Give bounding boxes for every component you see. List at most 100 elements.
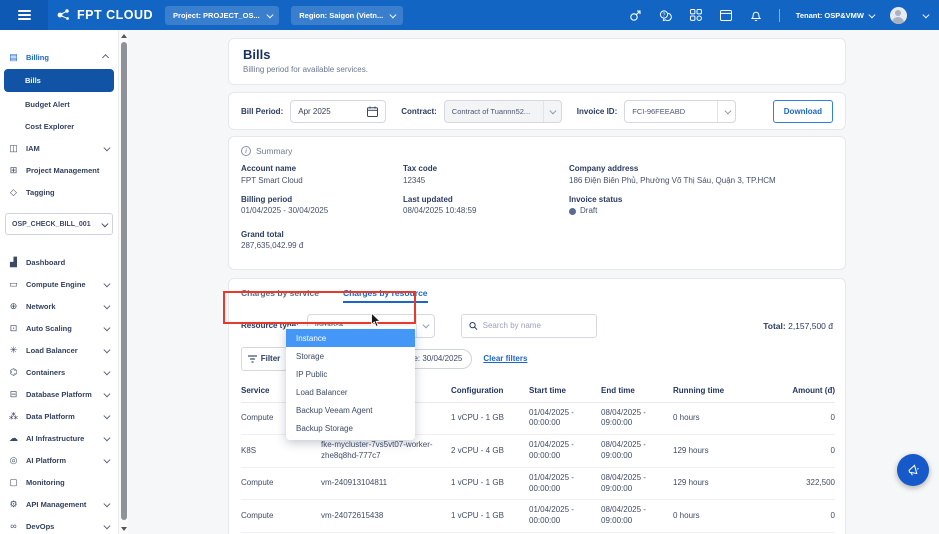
table-row[interactable]: Computevm-2409131048111 vCPU - 1 GB01/04… xyxy=(241,467,835,500)
info-icon: i xyxy=(241,146,251,156)
chevron-down-icon xyxy=(550,107,556,113)
cloud-icon: ☁ xyxy=(8,433,19,444)
svg-text:?: ? xyxy=(663,12,666,18)
calendar-icon xyxy=(367,106,378,117)
launch-icon[interactable] xyxy=(629,8,643,22)
sidebar-item-network[interactable]: ⊕Network xyxy=(0,295,118,317)
invoice-id-label: Invoice ID: xyxy=(577,107,617,116)
fpt-cloud-logo: FPT CLOUD xyxy=(56,7,153,23)
iam-icon: ◫ xyxy=(8,143,19,154)
gear-icon: ⚙ xyxy=(8,499,19,510)
summary-last-updated: Last updated08/04/2025 10:48:59 xyxy=(403,195,569,217)
devops-icon: ∞ xyxy=(8,521,19,531)
sidebar-project-select[interactable]: OSP_CHECK_BILL_001 xyxy=(5,213,113,235)
bill-period-card: Bill Period: Apr 2025 Contract: Contract… xyxy=(228,92,846,130)
chevron-down-icon[interactable] xyxy=(922,11,928,17)
sidebar-item-data-platform[interactable]: ⁂Data Platform xyxy=(0,405,118,427)
sidebar-item-containers[interactable]: ⌬Containers xyxy=(0,361,118,383)
sidebar-item-database-platform[interactable]: ⊟Database Platform xyxy=(0,383,118,405)
sidebar-item-load-balancer[interactable]: ✳Load Balancer xyxy=(0,339,118,361)
chevron-down-icon xyxy=(267,11,273,17)
table-row[interactable]: Computevm-240726154381 vCPU - 1 GB01/04/… xyxy=(241,500,835,533)
col-running-time[interactable]: Running time xyxy=(673,380,761,403)
dashboard-icon: ▟ xyxy=(8,257,19,268)
sidebar-item-cost-explorer[interactable]: Cost Explorer xyxy=(0,115,118,137)
total-amount: Total: 2,157,500 đ xyxy=(763,321,833,331)
col-amount[interactable]: Amount (đ) xyxy=(761,380,835,403)
sidebar-item-iam[interactable]: ◫ IAM xyxy=(0,137,118,159)
sidebar-item-bills[interactable]: Bills xyxy=(4,69,114,92)
bill-period-label: Bill Period: xyxy=(241,107,283,116)
sidebar-item-api-management[interactable]: ⚙API Management xyxy=(0,493,118,515)
chevron-up-icon xyxy=(102,55,108,61)
support-icon[interactable]: ? xyxy=(659,8,673,22)
clear-filters-link[interactable]: Clear filters xyxy=(483,354,527,363)
sidebar-item-tagging[interactable]: ◇ Tagging xyxy=(0,181,118,203)
page-subtitle: Billing period for available services. xyxy=(243,65,831,74)
auto-scaling-icon: ⊡ xyxy=(8,323,19,334)
project-dropdown[interactable]: Project: PROJECT_OS... xyxy=(165,6,279,25)
col-end-time[interactable]: End time xyxy=(601,380,673,403)
search-box[interactable] xyxy=(461,314,597,338)
avatar[interactable] xyxy=(890,7,907,24)
page-title: Bills xyxy=(243,47,831,62)
feedback-megaphone-button[interactable] xyxy=(897,454,929,486)
summary-billing-period: Billing period01/04/2025 - 30/04/2025 xyxy=(241,195,403,217)
tab-charges-by-service[interactable]: Charges by service xyxy=(241,288,319,303)
resource-type-dropdown-panel: Instance Storage IP Public Load Balancer… xyxy=(286,326,415,440)
status-dot xyxy=(569,208,576,215)
col-configuration[interactable]: Configuration xyxy=(451,380,529,403)
col-start-time[interactable]: Start time xyxy=(529,380,601,403)
chevron-down-icon xyxy=(724,107,730,113)
containers-icon: ⌬ xyxy=(8,367,19,378)
sidebar-item-budget-alert[interactable]: Budget Alert xyxy=(0,93,118,115)
download-button[interactable]: Download xyxy=(773,100,833,123)
sidebar-item-auto-scaling[interactable]: ⊡Auto Scaling xyxy=(0,317,118,339)
filter-button[interactable]: Filter xyxy=(241,347,287,371)
sidebar-item-ai-platform[interactable]: ◎AI Platform xyxy=(0,449,118,471)
database-icon: ⊟ xyxy=(8,389,19,400)
ai-platform-icon: ◎ xyxy=(8,455,19,466)
scrollbar-thumb[interactable] xyxy=(121,42,127,520)
dropdown-option-instance[interactable]: Instance xyxy=(286,329,415,347)
dropdown-option-backup-storage[interactable]: Backup Storage xyxy=(286,419,415,437)
contract-select[interactable]: Contract of Tuannn52... xyxy=(444,100,562,123)
scroll-up-arrow[interactable] xyxy=(121,34,127,38)
dropdown-option-backup-veeam-agent[interactable]: Backup Veeam Agent xyxy=(286,401,415,419)
monitoring-icon: ▢ xyxy=(8,477,19,488)
hamburger-icon xyxy=(18,8,31,22)
sidebar-item-compute-engine[interactable]: ▭Compute Engine xyxy=(0,273,118,295)
sidebar-item-monitoring[interactable]: ▢Monitoring xyxy=(0,471,118,493)
search-icon xyxy=(469,321,478,331)
tagging-icon: ◇ xyxy=(8,187,19,198)
invoice-id-select[interactable]: FCI-96FEEABD xyxy=(624,100,736,123)
chevron-down-icon xyxy=(103,144,109,150)
sidebar-item-billing[interactable]: ▤ Billing xyxy=(0,46,118,68)
tenant-dropdown[interactable]: Tenant: OSP&VMW xyxy=(796,11,874,20)
chevron-down-icon xyxy=(390,11,396,17)
summary-card: i Summary Account nameFPT Smart Cloud Ta… xyxy=(228,136,846,270)
sidebar-item-dashboard[interactable]: ▟Dashboard xyxy=(0,251,118,273)
bill-period-input[interactable]: Apr 2025 xyxy=(290,100,386,123)
summary-grand-total: Grand total287,635,042.99 đ xyxy=(241,230,403,252)
dropdown-option-ip-public[interactable]: IP Public xyxy=(286,365,415,383)
app-window: FPT CLOUD Project: PROJECT_OS... Region:… xyxy=(0,0,939,534)
sidebar-item-ai-infrastructure[interactable]: ☁AI Infrastructure xyxy=(0,427,118,449)
search-input[interactable] xyxy=(483,321,589,330)
sidebar-item-project-management[interactable]: ⊞ Project Management xyxy=(0,159,118,181)
tab-charges-by-resource[interactable]: Charges by resource xyxy=(343,288,428,303)
dropdown-option-load-balancer[interactable]: Load Balancer xyxy=(286,383,415,401)
dropdown-option-storage[interactable]: Storage xyxy=(286,347,415,365)
summary-tax-code: Tax code12345 xyxy=(403,164,569,186)
region-dropdown[interactable]: Region: Saigon (Vietn... xyxy=(291,6,403,25)
hamburger-menu-button[interactable] xyxy=(0,0,48,30)
bell-icon[interactable] xyxy=(749,8,763,22)
apps-icon[interactable] xyxy=(689,8,703,22)
scroll-down-arrow[interactable] xyxy=(121,527,127,531)
compute-engine-icon: ▭ xyxy=(8,279,19,290)
sidebar-scrollbar[interactable] xyxy=(118,30,128,534)
network-icon: ⊕ xyxy=(8,301,19,312)
calendar-icon[interactable] xyxy=(719,8,733,22)
divider xyxy=(779,9,780,22)
sidebar-item-devops[interactable]: ∞DevOps xyxy=(0,515,118,534)
